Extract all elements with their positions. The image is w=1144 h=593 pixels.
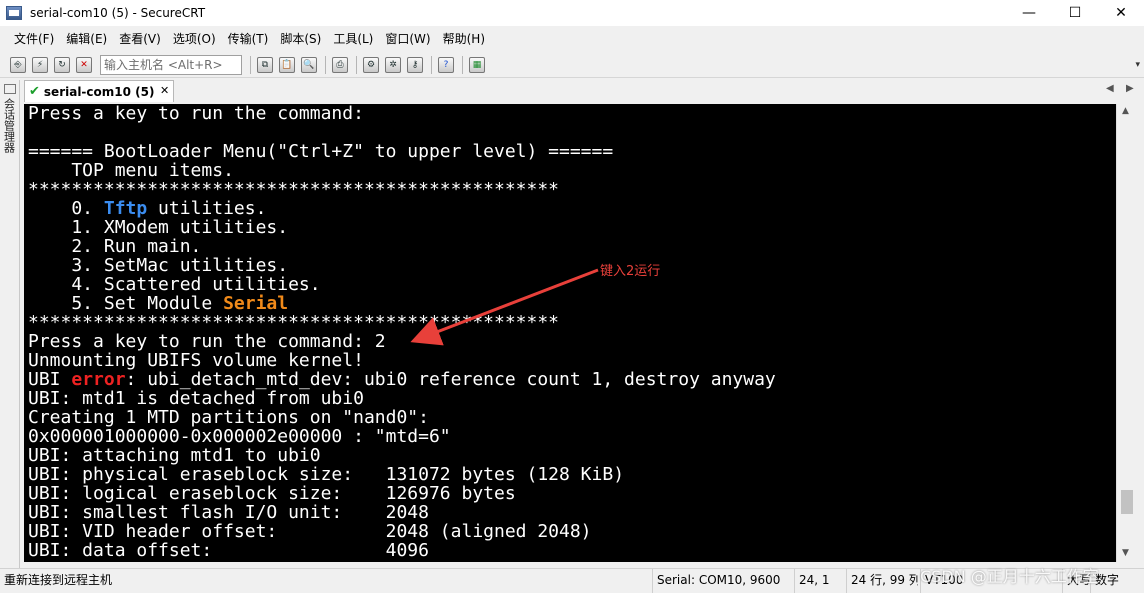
- tab-prev-icon[interactable]: ◀: [1106, 83, 1114, 94]
- keymap-icon[interactable]: ⚷: [405, 55, 425, 75]
- maximize-button[interactable]: ☐: [1052, 0, 1098, 26]
- status-serial: Serial: COM10, 9600: [652, 569, 792, 593]
- connected-check-icon: ✔: [29, 84, 40, 99]
- menu-item[interactable]: 编辑(E): [60, 28, 113, 50]
- print-icon[interactable]: ⎙: [330, 55, 350, 75]
- toolbar-separator: [250, 55, 251, 74]
- session-manager-label: 会话管理器: [2, 98, 16, 153]
- annotation-arrow-icon: [410, 268, 599, 346]
- terminal-scrollbar[interactable]: ▲ ▼: [1116, 104, 1138, 562]
- tab-next-icon[interactable]: ▶: [1126, 83, 1134, 94]
- scroll-thumb[interactable]: [1121, 490, 1133, 514]
- menu-item[interactable]: 脚本(S): [274, 28, 327, 50]
- menu-item[interactable]: 文件(F): [8, 28, 60, 50]
- host-input[interactable]: [100, 54, 242, 75]
- title-bar: serial-com10 (5) - SecureCRT — ☐ ✕: [0, 0, 1144, 26]
- find-icon[interactable]: 🔍: [299, 55, 319, 75]
- status-cursor: 24, 1: [794, 569, 844, 593]
- menu-bar: 文件(F) 编辑(E) 查看(V) 选项(O) 传输(T) 脚本(S) 工具(L) 窗口(W)…: [0, 28, 1144, 50]
- close-button[interactable]: ✕: [1098, 0, 1144, 26]
- menu-item[interactable]: 窗口(W): [379, 28, 436, 50]
- menu-item[interactable]: 帮助(H): [437, 28, 491, 50]
- session-options-icon[interactable]: ⚙: [361, 55, 381, 75]
- menu-item[interactable]: 工具(L): [327, 28, 379, 50]
- csdn-watermark: CSDN @正月十六工作室: [920, 567, 1099, 586]
- connect-icon[interactable]: ⎆: [8, 55, 28, 75]
- reconnect-icon[interactable]: ↻: [52, 55, 72, 75]
- securecrt-app-icon: [6, 6, 22, 20]
- session-manager-strip[interactable]: 会话管理器: [0, 80, 20, 568]
- pin-icon[interactable]: [3, 84, 16, 94]
- minimize-button[interactable]: —: [1006, 0, 1052, 26]
- toolbar-separator: [356, 55, 357, 74]
- copy-icon[interactable]: ⧉: [255, 55, 275, 75]
- quick-connect-icon[interactable]: ⚡: [30, 55, 50, 75]
- window-controls: — ☐ ✕: [1006, 0, 1144, 26]
- status-message: 重新连接到远程主机: [4, 573, 113, 587]
- help-icon[interactable]: ?: [436, 55, 456, 75]
- toolbar-overflow-icon[interactable]: ▾: [1135, 60, 1140, 70]
- disconnect-icon[interactable]: ✕: [74, 55, 94, 75]
- menu-item[interactable]: 选项(O): [167, 28, 222, 50]
- tab-close-icon[interactable]: ✕: [160, 84, 169, 97]
- scroll-down-icon[interactable]: ▼: [1122, 548, 1129, 558]
- menu-item[interactable]: 查看(V): [113, 28, 167, 50]
- toolbar: ⎆ ⚡ ↻ ✕ ⧉ 📋 🔍 ⎙ ⚙ ✲ ⚷ ? ▦ ▾: [0, 52, 1144, 78]
- toolbar-separator: [462, 55, 463, 74]
- annotation-text: 键入2运行: [600, 264, 661, 279]
- global-options-icon[interactable]: ✲: [383, 55, 403, 75]
- window-title: serial-com10 (5) - SecureCRT: [30, 6, 206, 20]
- paste-icon[interactable]: 📋: [277, 55, 297, 75]
- toolbar-separator: [431, 55, 432, 74]
- toolbar-separator: [325, 55, 326, 74]
- terminal-screen[interactable]: Press a key to run the command: ====== Bo…: [24, 104, 1116, 562]
- tab-label: serial-com10 (5): [43, 84, 155, 99]
- menu-item[interactable]: 传输(T): [222, 28, 275, 50]
- tab-bar: ✔ serial-com10 (5) ✕ ◀ ▶: [22, 80, 1144, 102]
- sftp-icon[interactable]: ▦: [467, 55, 487, 75]
- status-size: 24 行, 99 列: [846, 569, 918, 593]
- scroll-up-icon[interactable]: ▲: [1122, 106, 1129, 116]
- tab-serial-com10[interactable]: ✔ serial-com10 (5) ✕: [24, 80, 174, 102]
